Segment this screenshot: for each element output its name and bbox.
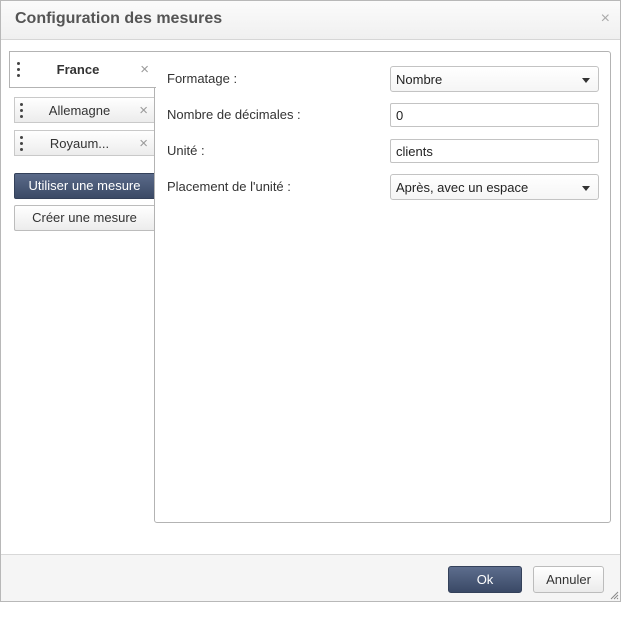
formatting-select[interactable]: Nombre [390,66,599,92]
ok-button[interactable]: Ok [448,566,522,593]
unit-placement-label: Placement de l'unité : [167,179,291,194]
formatting-value: Nombre [396,72,443,87]
decimals-label: Nombre de décimales : [167,107,301,122]
dialog-footer: Ok Annuler [1,554,620,601]
formatting-label: Formatage : [167,71,238,86]
create-measure-button[interactable]: Créer une mesure [14,205,155,231]
measure-tab-label: Allemagne [48,103,111,118]
remove-measure-icon[interactable]: × [139,102,148,119]
drag-handle-icon[interactable] [17,62,21,78]
drag-handle-icon[interactable] [20,136,24,152]
use-measure-button[interactable]: Utiliser une mesure [14,173,155,199]
cancel-button[interactable]: Annuler [533,566,604,593]
dropdown-arrow-icon [582,186,590,191]
measure-tab-france[interactable]: France × [9,51,156,88]
drag-handle-icon[interactable] [20,103,24,119]
resize-grip-icon[interactable] [610,591,619,600]
decimals-value: 0 [396,108,404,123]
unit-label: Unité : [167,143,205,158]
measure-tab-label: Royaum... [49,136,110,151]
remove-measure-icon[interactable]: × [140,61,149,78]
unit-placement-value: Après, avec un espace [396,180,529,195]
measure-tab-label: France [56,62,100,77]
measures-config-dialog: Configuration des mesures × France × All… [0,0,621,602]
remove-measure-icon[interactable]: × [139,135,148,152]
measure-tab-allemagne[interactable]: Allemagne × [14,97,155,123]
unit-placement-select[interactable]: Après, avec un espace [390,174,599,200]
unit-input[interactable]: clients [390,139,599,163]
dialog-title: Configuration des mesures [15,10,223,27]
dialog-titlebar: Configuration des mesures × [1,1,620,40]
decimals-input[interactable]: 0 [390,103,599,127]
unit-value: clients [396,144,433,159]
dropdown-arrow-icon [582,78,590,83]
close-icon[interactable]: × [601,10,610,28]
measure-settings-panel: Formatage : Nombre Nombre de décimales :… [154,51,611,523]
measure-tab-royaume[interactable]: Royaum... × [14,130,155,156]
